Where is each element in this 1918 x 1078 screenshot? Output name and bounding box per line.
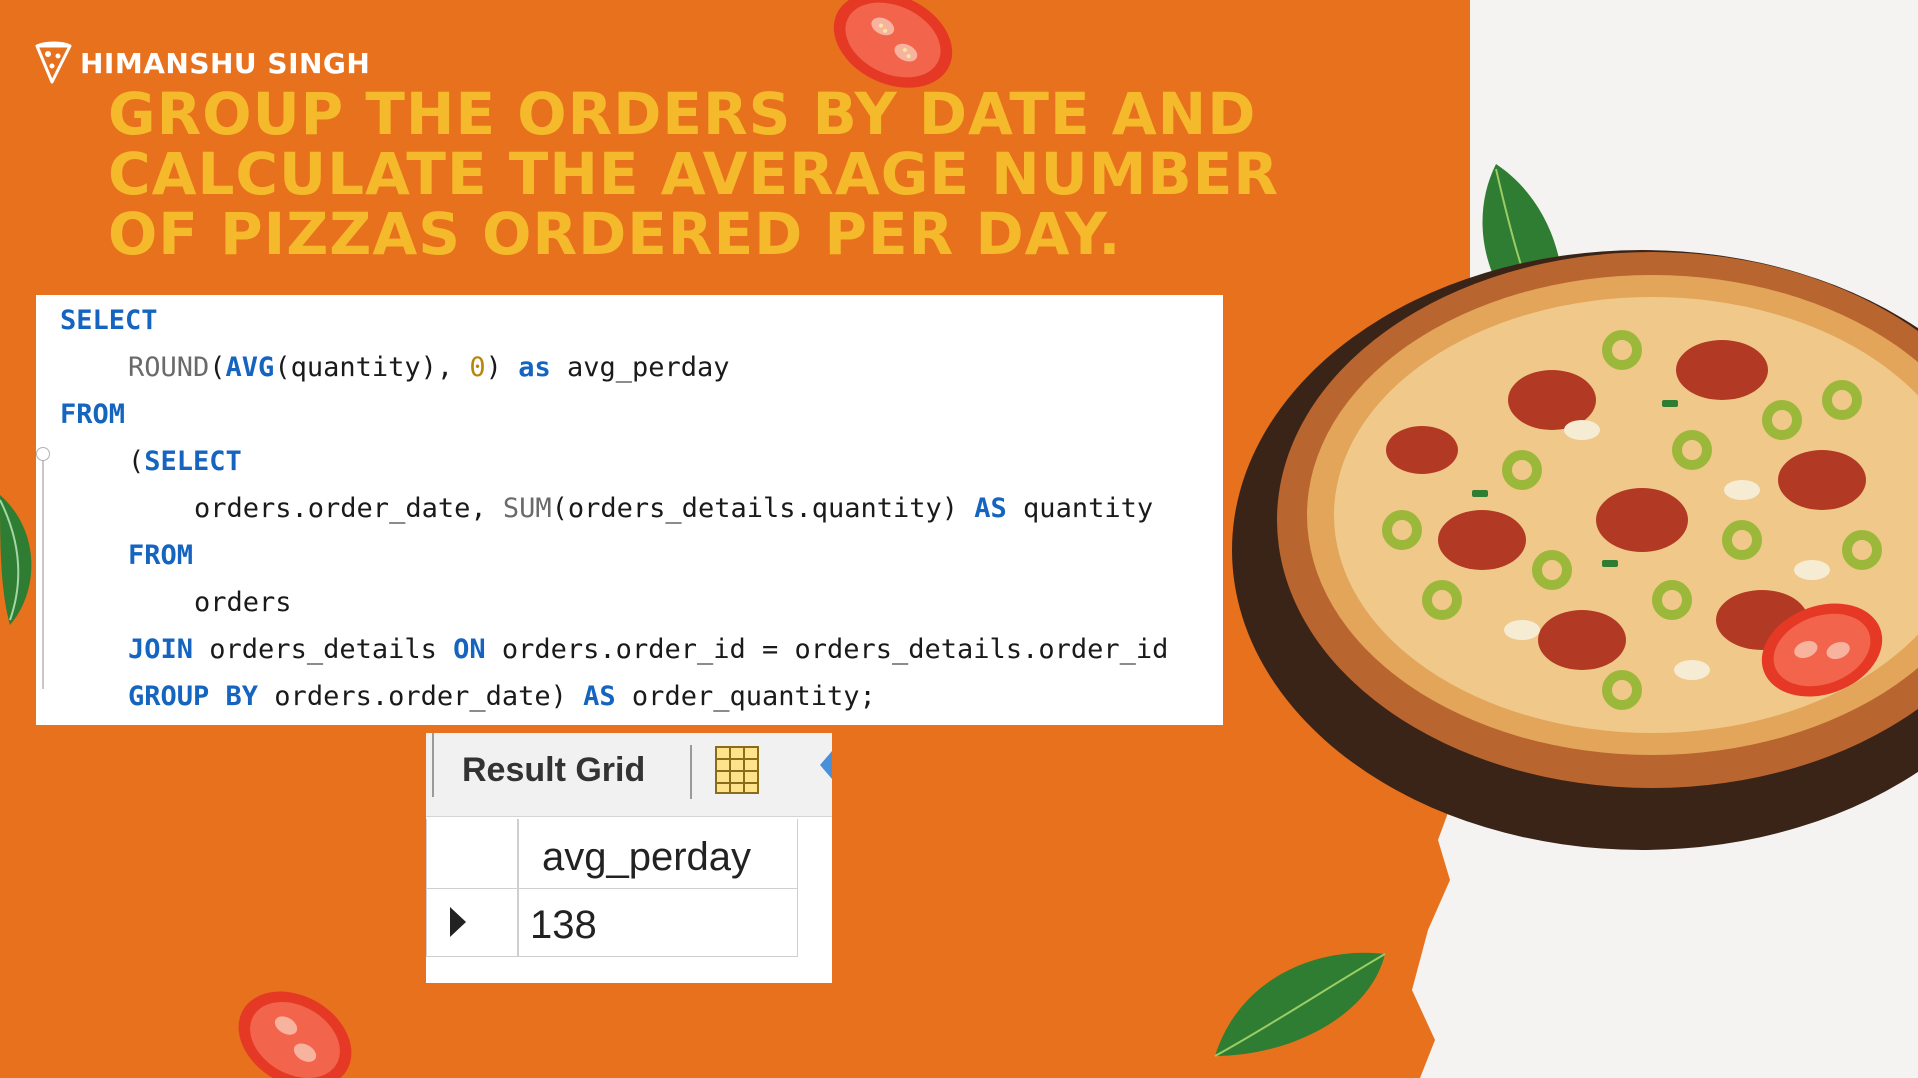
code-line: GROUP BY orders.order_date) AS order_qua… bbox=[128, 681, 876, 712]
arrow-icon[interactable] bbox=[818, 747, 832, 783]
code-line: (SELECT bbox=[128, 446, 242, 477]
result-grid-toolbar: Result Grid bbox=[426, 733, 832, 817]
leaf-left-decoration bbox=[0, 495, 32, 625]
code-line: FROM bbox=[128, 540, 194, 571]
grid-row-header[interactable] bbox=[426, 889, 518, 957]
code-line: orders.order_date, SUM(orders_details.qu… bbox=[194, 493, 1154, 524]
sql-code-panel: SELECT ROUND(AVG(quantity), 0) as avg_pe… bbox=[36, 295, 1223, 725]
leaf-bottom-decoration bbox=[1214, 952, 1386, 1057]
tomato-slice-bottom-decoration bbox=[238, 991, 352, 1078]
row-pointer-icon bbox=[450, 907, 466, 937]
code-line: ROUND(AVG(quantity), 0) as avg_perday bbox=[128, 352, 730, 383]
title-line: CALCULATE THE AVERAGE NUMBER bbox=[108, 140, 1279, 208]
toolbar-divider bbox=[432, 733, 434, 797]
code-fold-line bbox=[42, 455, 44, 689]
result-grid-tab[interactable]: Result Grid bbox=[462, 751, 645, 790]
result-grid-panel: Result Grid avg_perday 138 bbox=[426, 733, 832, 983]
code-line: orders bbox=[194, 587, 292, 618]
grid-corner-cell bbox=[426, 819, 518, 889]
code-line: SELECT bbox=[60, 305, 158, 336]
title-line: GROUP THE ORDERS BY DATE AND bbox=[108, 80, 1257, 148]
toolbar-divider bbox=[690, 745, 692, 799]
grid-column-label: avg_perday bbox=[542, 835, 752, 879]
grid-cell-value: 138 bbox=[530, 903, 597, 947]
page-title: GROUP THE ORDERS BY DATE AND CALCULATE T… bbox=[108, 84, 1288, 264]
pizza-slice-icon bbox=[35, 41, 72, 84]
pizza-image bbox=[1232, 250, 1918, 850]
code-line: FROM bbox=[60, 399, 126, 430]
code-line: JOIN orders_details ON orders.order_id =… bbox=[128, 634, 1169, 665]
code-fold-marker[interactable] bbox=[36, 447, 50, 461]
title-line: OF PIZZAS ORDERED PER DAY. bbox=[108, 200, 1122, 268]
grid-view-icon[interactable] bbox=[714, 745, 760, 795]
brand-name: HIMANSHU SINGH bbox=[80, 46, 371, 80]
